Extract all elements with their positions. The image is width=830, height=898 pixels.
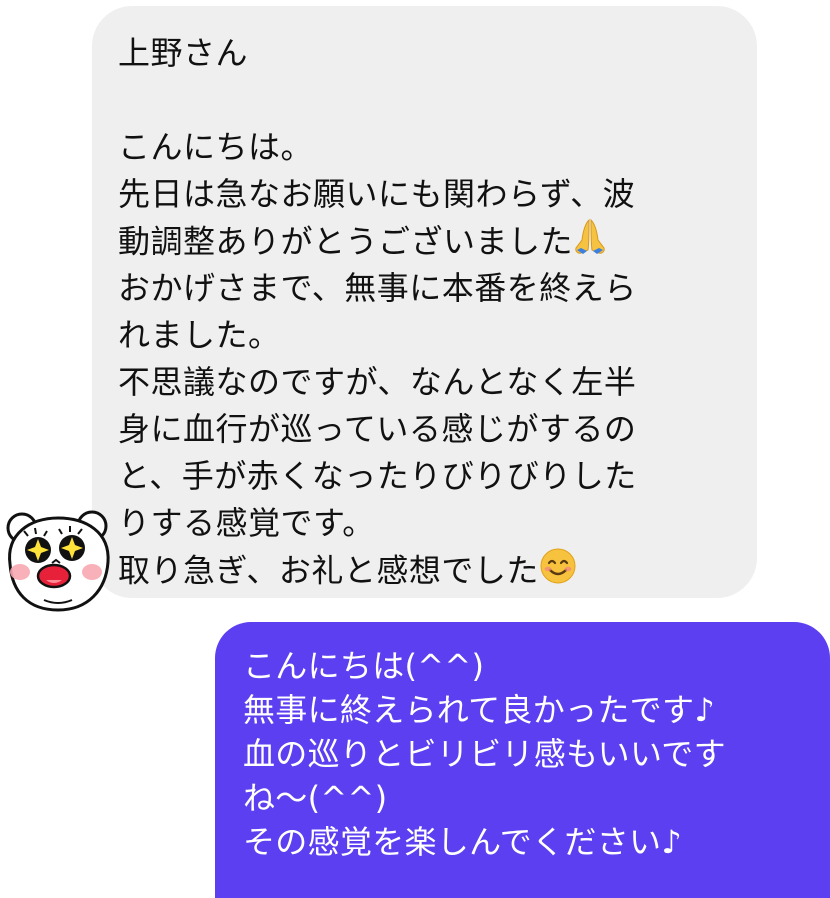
message-line: 無事に終えられて良かったです♪: [243, 691, 715, 729]
message-line: 身に血行が巡っている感じがするの: [118, 410, 637, 448]
message-line: りする感覚です。: [118, 504, 375, 542]
folded-hands-emoji: [573, 218, 607, 269]
message-line: おかげさまで、無事に本番を終えら: [118, 269, 637, 307]
message-line: その感覚を楽しんでください♪: [243, 823, 683, 861]
message-line: こんにちは(^^): [243, 647, 485, 685]
message-line: 先日は急なお願いにも関わらず、波: [118, 175, 636, 213]
message-line: 血の巡りとビリビリ感もいいです: [243, 735, 726, 773]
bear-sticker-avatar[interactable]: [0, 506, 116, 616]
smiling-face-emoji: [539, 547, 577, 598]
message-line: と、手が赤くなったりびりびりした: [118, 457, 637, 495]
message-line-text: 取り急ぎ、お礼と感想でした: [118, 551, 539, 590]
message-line: 上野さん: [118, 34, 249, 72]
message-line-with-emoji: 取り急ぎ、お礼と感想でした: [118, 547, 737, 594]
incoming-message-bubble[interactable]: 上野さん こんにちは。 先日は急なお願いにも関わらず、波 動調整ありがとうござい…: [92, 6, 757, 598]
message-line: ね〜(^^): [243, 779, 388, 817]
message-line-text: 動調整ありがとうございました: [118, 222, 574, 261]
message-line: 不思議なのですが、なんとなく左半: [118, 363, 637, 401]
message-line-with-emoji: 動調整ありがとうございました: [118, 218, 737, 265]
message-line: れました。: [118, 316, 281, 354]
message-line-blank: [118, 77, 737, 124]
message-line: こんにちは。: [118, 128, 314, 166]
outgoing-message-bubble[interactable]: こんにちは(^^) 無事に終えられて良かったです♪ 血の巡りとビリビリ感もいいで…: [215, 622, 830, 898]
